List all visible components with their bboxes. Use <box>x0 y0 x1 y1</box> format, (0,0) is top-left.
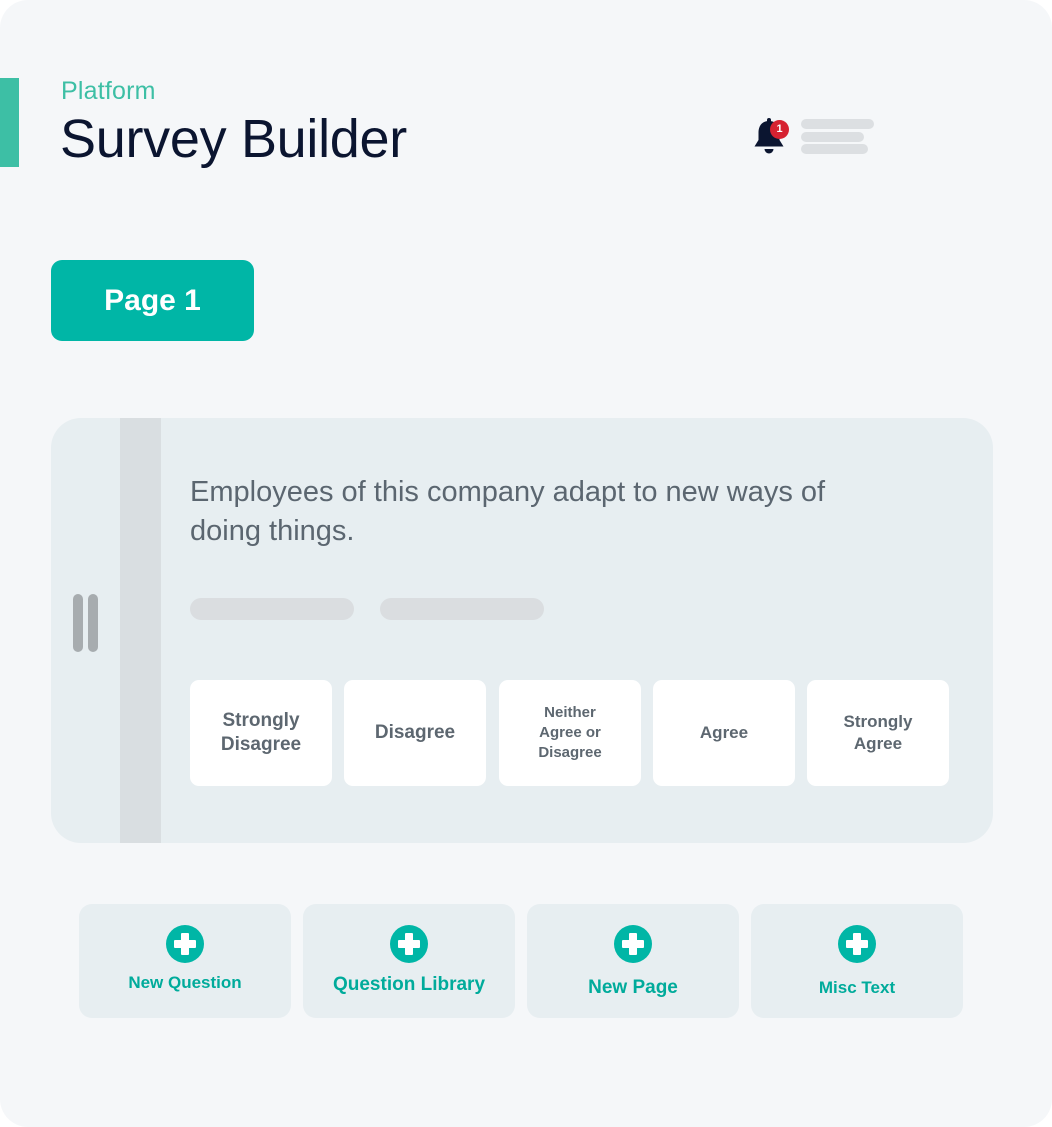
option-label: Agree <box>699 723 749 742</box>
option-label: Disagree <box>374 722 456 743</box>
question-library-button[interactable]: Question Library <box>303 904 515 1018</box>
action-label: New Question <box>128 973 242 992</box>
option-label: Strongly Disagree <box>220 710 302 755</box>
new-page-button[interactable]: New Page <box>527 904 739 1018</box>
question-placeholder-pill <box>190 598 354 620</box>
question-text[interactable]: Employees of this company adapt to new w… <box>190 473 890 551</box>
option-agree[interactable]: Agree <box>653 680 795 786</box>
action-label: Misc Text <box>818 978 896 997</box>
plus-circle-icon <box>390 925 428 963</box>
option-strongly-agree[interactable]: Strongly Agree <box>807 680 949 786</box>
plus-circle-icon <box>166 925 204 963</box>
action-label: New Page <box>588 977 678 998</box>
option-label: Strongly Agree <box>843 712 913 753</box>
option-strongly-disagree[interactable]: Strongly Disagree <box>190 680 332 786</box>
question-card[interactable]: Employees of this company adapt to new w… <box>51 418 993 843</box>
notification-count-badge: 1 <box>770 120 789 139</box>
drag-handle-icon[interactable] <box>73 594 101 654</box>
plus-circle-icon <box>838 925 876 963</box>
action-label: Question Library <box>332 974 486 995</box>
notification-button[interactable]: 1 <box>752 118 792 158</box>
misc-text-button[interactable]: Misc Text <box>751 904 963 1018</box>
plus-circle-icon <box>614 925 652 963</box>
new-question-button[interactable]: New Question <box>79 904 291 1018</box>
tab-page-1[interactable]: Page 1 <box>51 260 254 341</box>
hamburger-menu-icon[interactable] <box>801 119 875 155</box>
option-label: Neither Agree or Disagree <box>538 704 602 761</box>
platform-label: Platform <box>61 77 156 105</box>
question-placeholder-pill <box>380 598 544 620</box>
survey-builder-window: Platform Survey Builder 1 Page 1 Employe… <box>0 0 1052 1127</box>
question-card-strip <box>120 418 161 843</box>
header-accent-bar <box>0 78 19 167</box>
option-neither-agree-or-disagree[interactable]: Neither Agree or Disagree <box>499 680 641 786</box>
option-disagree[interactable]: Disagree <box>344 680 486 786</box>
page-title: Survey Builder <box>60 109 407 169</box>
likert-options: Strongly Disagree Disagree Neither Agree… <box>190 680 950 786</box>
add-actions-bar: New Question Question Library New Page M… <box>79 904 964 1018</box>
